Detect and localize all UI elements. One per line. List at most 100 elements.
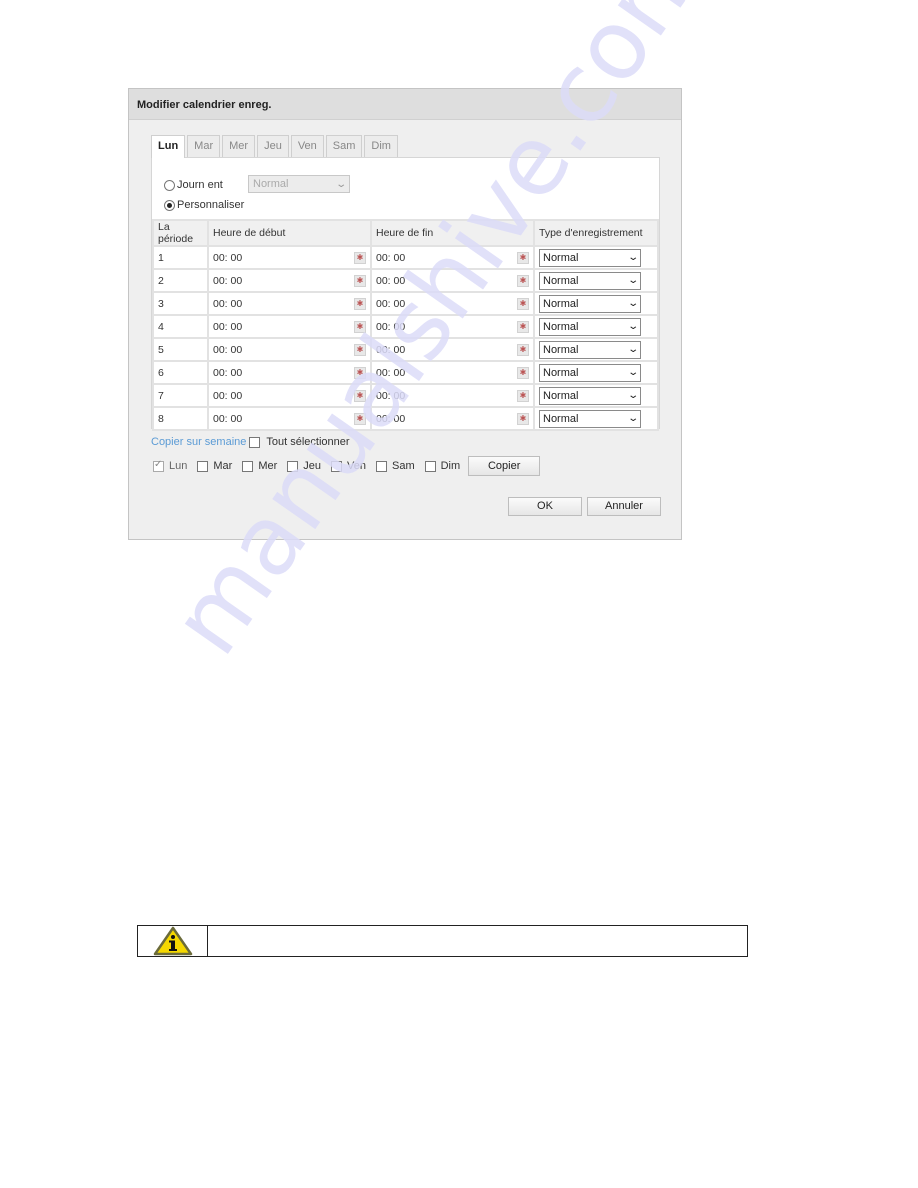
tab-dim[interactable]: Dim (364, 135, 398, 157)
start-time-input[interactable]: 00: 00 (213, 390, 242, 402)
copy-day-checkbox[interactable] (424, 460, 436, 472)
clock-icon[interactable]: ✱ (517, 251, 529, 264)
record-type-select[interactable]: Normal ⌄ (539, 248, 641, 267)
record-type-select[interactable]: Normal ⌄ (539, 363, 641, 382)
end-time-input[interactable]: 00: 00 (376, 275, 405, 287)
copy-day-checkbox[interactable] (287, 460, 299, 472)
copy-button[interactable]: Copier (468, 456, 541, 476)
chevron-down-icon: ⌄ (334, 178, 347, 190)
ok-button[interactable]: OK (508, 497, 582, 516)
clock-icon[interactable]: ✱ (517, 366, 529, 379)
clock-icon[interactable]: ✱ (354, 412, 366, 425)
clock-icon[interactable]: ✱ (517, 320, 529, 333)
end-time-cell: 00: 00 ✱ (370, 360, 535, 385)
end-time-input[interactable]: 00: 00 (376, 321, 405, 333)
record-type-select[interactable]: Normal ⌄ (539, 294, 641, 313)
end-time-input[interactable]: 00: 00 (376, 413, 405, 425)
start-time-input[interactable]: 00: 00 (213, 321, 242, 333)
end-time-input[interactable]: 00: 00 (376, 390, 405, 402)
record-type-select[interactable]: Normal ⌄ (539, 386, 641, 405)
copy-day-checkbox[interactable] (153, 459, 164, 472)
record-type-select[interactable]: Normal ⌄ (539, 271, 641, 290)
copy-day-dim[interactable]: Dim (424, 460, 460, 472)
tab-jeu[interactable]: Jeu (257, 135, 289, 157)
cancel-button[interactable]: Annuler (587, 497, 661, 516)
schedule-table: La période Heure de début Heure de fin T… (152, 219, 659, 431)
custom-radio[interactable] (164, 199, 175, 211)
clock-icon[interactable]: ✱ (354, 251, 366, 264)
copy-day-lun[interactable]: Lun (153, 459, 187, 472)
schedule-panel: Journ ent Normal ⌄ Personnaliser La péri… (151, 157, 660, 431)
copy-day-checkbox[interactable] (197, 460, 209, 472)
start-time-input[interactable]: 00: 00 (213, 367, 242, 379)
end-time-cell: 00: 00 ✱ (370, 406, 535, 431)
copy-day-checkbox[interactable] (242, 460, 254, 472)
tab-lun[interactable]: Lun (151, 135, 186, 158)
copy-day-sam[interactable]: Sam (375, 460, 415, 472)
chevron-down-icon: ⌄ (626, 321, 639, 332)
start-time-cell: 00: 00 ✱ (207, 337, 372, 362)
all-day-option[interactable]: Journ ent (164, 179, 223, 191)
period-cell: 6 (152, 360, 209, 385)
record-type-select[interactable]: Normal ⌄ (539, 409, 641, 428)
copy-day-label: Jeu (303, 460, 322, 472)
table-row: 8 00: 00 ✱ 00: 00 ✱ Normal ⌄ (152, 406, 659, 431)
end-time-input[interactable]: 00: 00 (376, 252, 405, 264)
custom-option[interactable]: Personnaliser (164, 199, 244, 211)
record-type-cell: Normal ⌄ (533, 337, 659, 362)
table-row: 2 00: 00 ✱ 00: 00 ✱ Normal ⌄ (152, 268, 659, 293)
copy-day-checkbox[interactable] (331, 460, 343, 472)
edit-schedule-dialog: Modifier calendrier enreg. Lun Mar Mer J… (128, 88, 682, 540)
copy-day-checkbox[interactable] (375, 460, 387, 472)
record-type-select[interactable]: Normal ⌄ (539, 340, 641, 359)
table-row: 4 00: 00 ✱ 00: 00 ✱ Normal ⌄ (152, 314, 659, 339)
header-period: La période (152, 219, 209, 247)
clock-icon[interactable]: ✱ (354, 320, 366, 333)
select-all-checkbox[interactable] (249, 436, 261, 448)
tab-sam[interactable]: Sam (325, 135, 363, 157)
start-time-cell: 00: 00 ✱ (207, 245, 372, 270)
clock-icon[interactable]: ✱ (354, 343, 366, 356)
end-time-input[interactable]: 00: 00 (376, 344, 405, 356)
clock-icon[interactable]: ✱ (354, 274, 366, 287)
clock-icon[interactable]: ✱ (517, 343, 529, 356)
clock-icon[interactable]: ✱ (517, 389, 529, 402)
info-text (208, 926, 747, 956)
start-time-cell: 00: 00 ✱ (207, 360, 372, 385)
period-cell: 1 (152, 245, 209, 270)
all-day-radio[interactable] (164, 179, 175, 191)
start-time-input[interactable]: 00: 00 (213, 298, 242, 310)
clock-icon[interactable]: ✱ (517, 274, 529, 287)
start-time-cell: 00: 00 ✱ (207, 314, 372, 339)
copy-week-link[interactable]: Copier sur semaine (151, 436, 246, 448)
clock-icon[interactable]: ✱ (517, 412, 529, 425)
copy-day-jeu[interactable]: Jeu (287, 460, 321, 472)
record-type-cell: Normal ⌄ (533, 383, 659, 408)
clock-icon[interactable]: ✱ (517, 297, 529, 310)
copy-day-mer[interactable]: Mer (242, 460, 277, 472)
tab-ven[interactable]: Ven (290, 135, 324, 157)
start-time-input[interactable]: 00: 00 (213, 413, 242, 425)
start-time-cell: 00: 00 ✱ (207, 383, 372, 408)
tab-mer[interactable]: Mer (222, 135, 256, 157)
start-time-input[interactable]: 00: 00 (213, 252, 242, 264)
period-cell: 4 (152, 314, 209, 339)
end-time-input[interactable]: 00: 00 (376, 298, 405, 310)
clock-icon[interactable]: ✱ (354, 366, 366, 379)
schedule-body: 1 00: 00 ✱ 00: 00 ✱ Normal ⌄ 2 00: 00 ✱ (152, 245, 659, 431)
record-type-select[interactable]: Normal ⌄ (539, 317, 641, 336)
tab-mar[interactable]: Mar (187, 135, 221, 157)
start-time-cell: 00: 00 ✱ (207, 406, 372, 431)
chevron-down-icon: ⌄ (626, 344, 639, 355)
copy-day-ven[interactable]: Ven (331, 460, 366, 472)
clock-icon[interactable]: ✱ (354, 297, 366, 310)
all-day-type-value: Normal (253, 178, 289, 190)
end-time-input[interactable]: 00: 00 (376, 367, 405, 379)
start-time-input[interactable]: 00: 00 (213, 344, 242, 356)
copy-day-mar[interactable]: Mar (197, 460, 232, 472)
start-time-input[interactable]: 00: 00 (213, 275, 242, 287)
period-cell: 7 (152, 383, 209, 408)
record-type-cell: Normal ⌄ (533, 268, 659, 293)
clock-icon[interactable]: ✱ (354, 389, 366, 402)
info-icon-cell (138, 926, 208, 956)
